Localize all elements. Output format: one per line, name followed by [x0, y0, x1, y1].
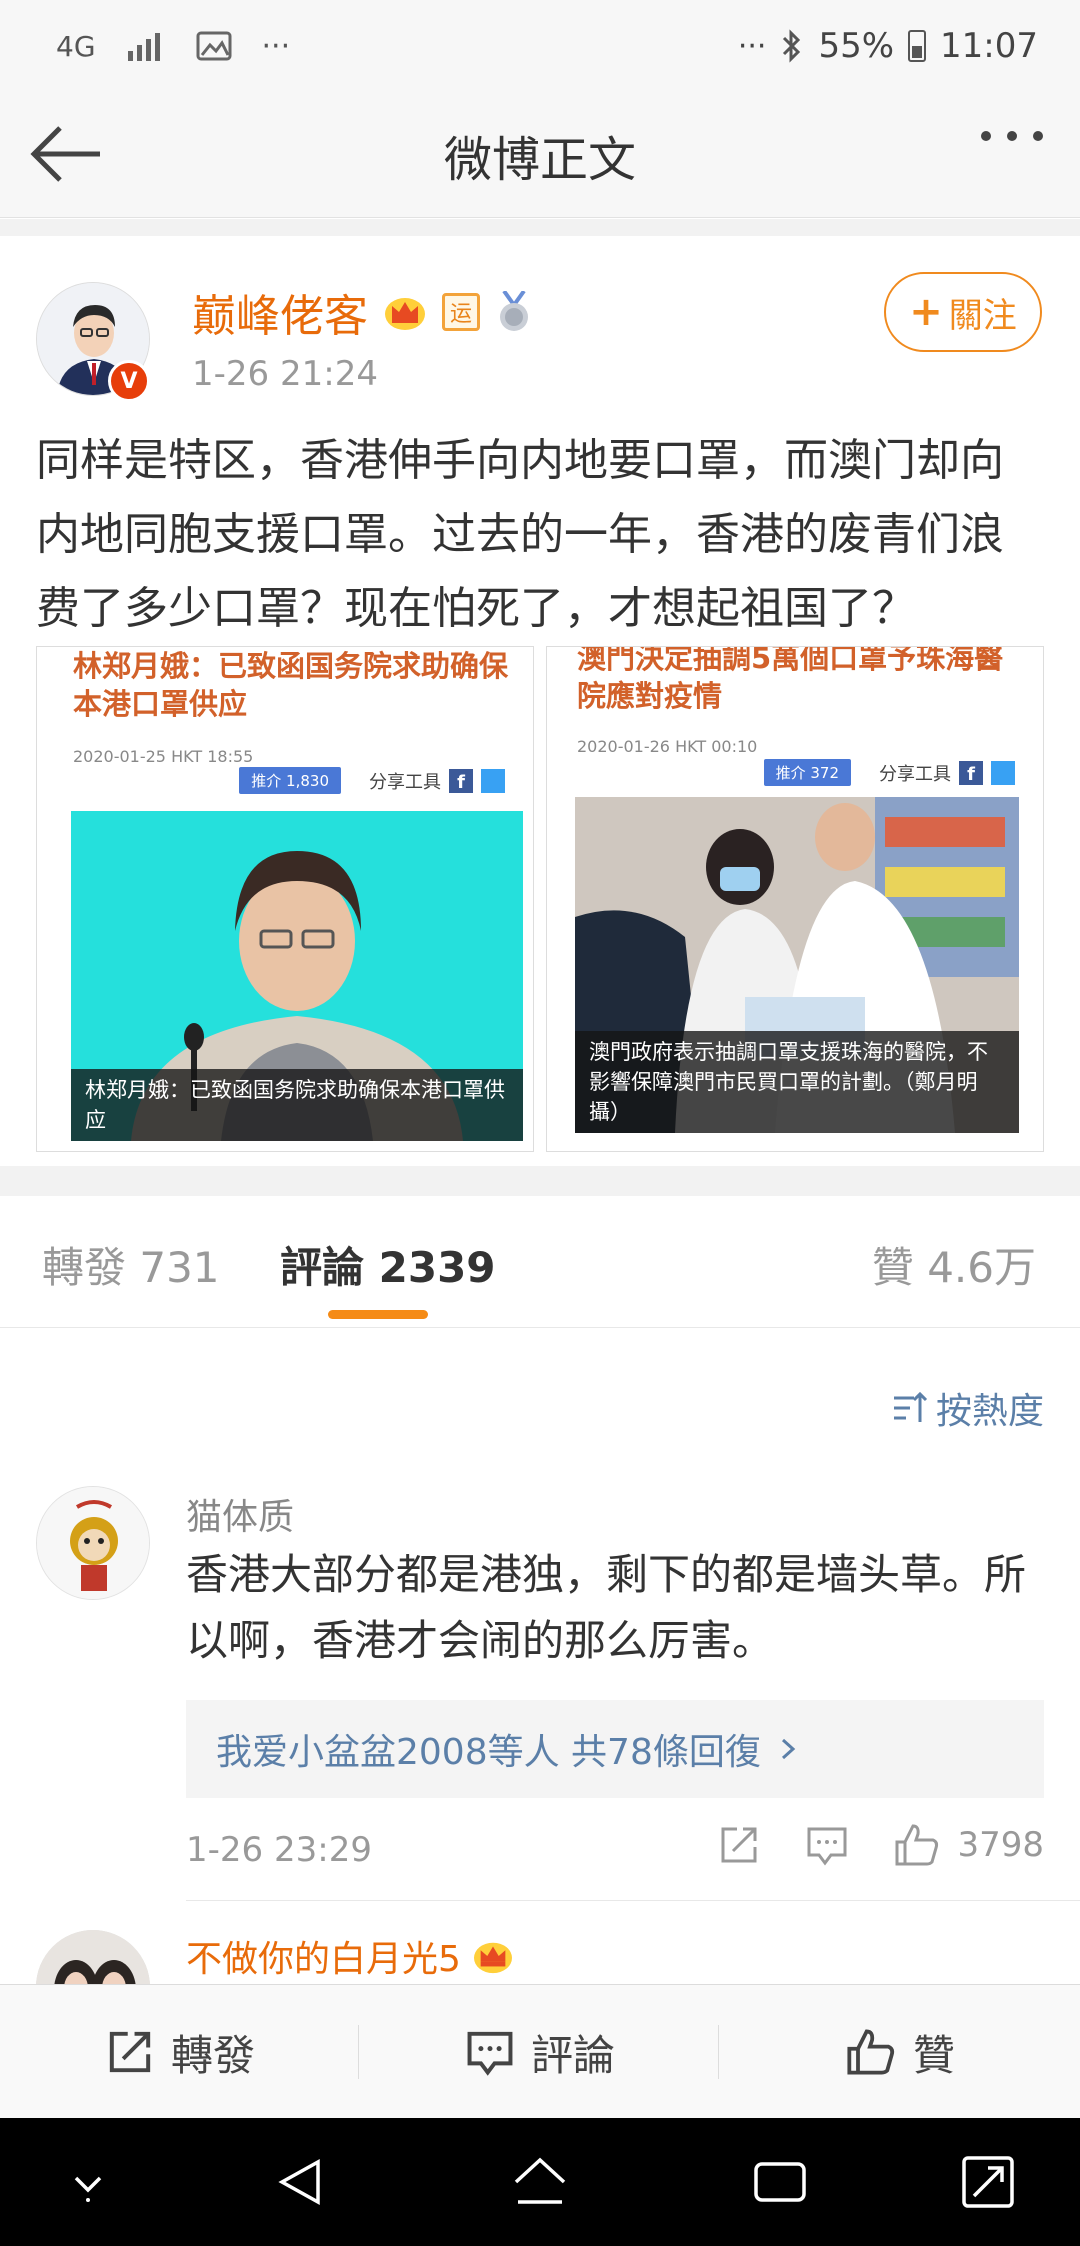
commenter-2-row: 不做你的白月光5 [186, 1930, 515, 1982]
follow-label: 關注 [948, 295, 1017, 336]
yun-badge-icon: 运 [442, 293, 480, 331]
monkey-avatar-image [37, 1487, 149, 1599]
commenter-2-name[interactable]: 不做你的白月光5 [186, 1930, 461, 1982]
post-image-1[interactable]: 林郑月娥：已致函国务院求助确保本港口罩供应 2020-01-25 HKT 18:… [36, 646, 534, 1152]
image-1-share-row: 推介 1,830 分享工具 f [239, 767, 505, 794]
more-notifications-icon: ··· [261, 28, 291, 64]
vip-crown-icon [385, 298, 425, 330]
status-bar: 4G ··· ··· 55% 11:07 [0, 0, 1080, 90]
facebook-icon: f [449, 768, 473, 793]
comment-button[interactable]: 評論 [360, 1985, 720, 2119]
comment-text: 香港大部分都是港独，剩下的都是墙头草。所以啊，香港才会闹的那么厉害。 [186, 1550, 1027, 1665]
section-gap [0, 219, 1080, 236]
action-divider [358, 2025, 359, 2079]
clock: 11:07 [940, 26, 1038, 66]
image-2-headline: 澳門決定抽調5萬個口罩予珠海醫院應對疫情 [577, 646, 1004, 713]
commenter-name[interactable]: 猫体质 [186, 1488, 294, 1540]
plus-icon: + [909, 289, 943, 335]
more-options-icon[interactable] [972, 120, 1052, 180]
sort-label: 按熱度 [935, 1391, 1044, 1432]
like-icon [847, 2029, 895, 2075]
like-label: 贊 [912, 2030, 955, 2080]
comment-label: 評論 [530, 2030, 615, 2080]
image-1-headline: 林郑月娥：已致函国务院求助确保本港口罩供应 [73, 649, 509, 721]
comment-icon [467, 2031, 513, 2076]
page-title: 微博正文 [443, 132, 636, 188]
image-1-caption: 林郑月娥：已致函国务院求助确保本港口罩供应 [71, 1069, 523, 1141]
recent-apps-icon[interactable] [748, 2150, 812, 2214]
image-1-photo: 林郑月娥：已致函国务院求助确保本港口罩供应 [71, 811, 523, 1141]
back-icon[interactable] [268, 2150, 332, 2214]
image-1-like-pill: 推介 1,830 [239, 767, 341, 794]
reply-summary[interactable]: 我爱小盆盆2008等人 共78條回復 [186, 1700, 1044, 1798]
status-right: ··· 55% 11:07 [738, 22, 1038, 70]
chevron-right-icon [781, 1738, 796, 1760]
status-dots: ··· [737, 28, 767, 64]
bluetooth-icon [783, 29, 801, 63]
repost-icon [109, 2031, 151, 2073]
battery-icon [908, 30, 927, 62]
comment-like-count: 3798 [957, 1825, 1044, 1865]
image-1-share-label: 分享工具 [369, 771, 441, 793]
expand-icon[interactable] [956, 2150, 1020, 2214]
image-2-photo: 澳門政府表示抽調口罩支援珠海的醫院，不影響保障澳門市民買口罩的計劃。（鄭月明攝） [575, 797, 1019, 1133]
vip-crown-icon [473, 1942, 512, 1974]
comment-actions: 3798 [717, 1822, 1044, 1868]
signal-icon [127, 33, 160, 61]
image-2-like-pill: 推介 372 [763, 759, 851, 786]
section-gap [0, 1166, 1080, 1196]
status-left: 4G ··· [56, 22, 290, 70]
post-image-2[interactable]: 澳門決定抽調5萬個口罩予珠海醫院應對疫情 2020-01-26 HKT 00:1… [546, 646, 1044, 1152]
sort-toggle[interactable]: 按熱度 [892, 1382, 1044, 1434]
repost-button[interactable]: 轉發 [0, 1985, 360, 2119]
sort-icon [893, 1391, 928, 1422]
image-1-date: 2020-01-25 HKT 18:55 [73, 747, 254, 766]
commenter-avatar[interactable] [36, 1486, 150, 1600]
system-navigation-bar [0, 2118, 1080, 2246]
post-time: 1-26 21:24 [192, 354, 378, 394]
network-icon: 4G [56, 29, 96, 63]
bottom-action-bar: 轉發 評論 贊 [0, 1984, 1080, 2118]
comment-divider [186, 1900, 1080, 1901]
author-row: 巅峰佬客 运 [192, 280, 534, 344]
comment-like[interactable]: 3798 [893, 1822, 1044, 1868]
like-button[interactable]: 贊 [720, 1985, 1080, 2119]
top-nav: 微博正文 [0, 90, 1080, 218]
medal-icon [500, 291, 528, 331]
reply-summary-label: 我爱小盆盆2008等人 共78條回復 [216, 1732, 761, 1773]
thumbs-up-icon [895, 1824, 939, 1866]
image-notification-icon [196, 31, 232, 61]
hide-keyboard-icon[interactable] [56, 2150, 120, 2214]
battery-percent: 55% [818, 26, 895, 66]
action-divider [718, 2025, 719, 2079]
image-2-caption: 澳門政府表示抽調口罩支援珠海的醫院，不影響保障澳門市民買口罩的計劃。（鄭月明攝） [575, 1031, 1019, 1133]
post-tabs: 轉發 731 評論 2339 贊 4.6万 [0, 1196, 1080, 1328]
weibo-post: V 巅峰佬客 运 1-26 21:24 + 關注 同样是特区，香港伸手向内地要口… [0, 236, 1080, 1166]
tab-comment[interactable]: 評論 2339 [280, 1234, 496, 1295]
image-2-share-label: 分享工具 [879, 763, 951, 785]
reply-icon[interactable] [805, 1823, 849, 1867]
comment-time: 1-26 23:29 [186, 1830, 372, 1870]
share-icon[interactable] [717, 1823, 761, 1867]
repost-label: 轉發 [170, 2030, 255, 2080]
twitter-icon [481, 768, 505, 793]
follow-button[interactable]: + 關注 [884, 272, 1042, 352]
image-2-share-row: 推介 372 分享工具 f [763, 759, 1015, 786]
image-2-date: 2020-01-26 HKT 00:10 [577, 737, 758, 756]
tab-repost[interactable]: 轉發 731 [42, 1234, 220, 1295]
home-icon[interactable] [508, 2150, 572, 2214]
facebook-icon: f [959, 760, 983, 785]
author-name[interactable]: 巅峰佬客 [192, 280, 368, 344]
active-tab-indicator [328, 1310, 428, 1319]
tab-like[interactable]: 贊 4.6万 [872, 1234, 1036, 1295]
post-text: 同样是特区，香港伸手向内地要口罩，而澳门却向内地同胞支援口罩。过去的一年，香港的… [36, 435, 1004, 634]
twitter-icon [991, 760, 1015, 785]
verified-badge-icon: V [108, 360, 150, 402]
